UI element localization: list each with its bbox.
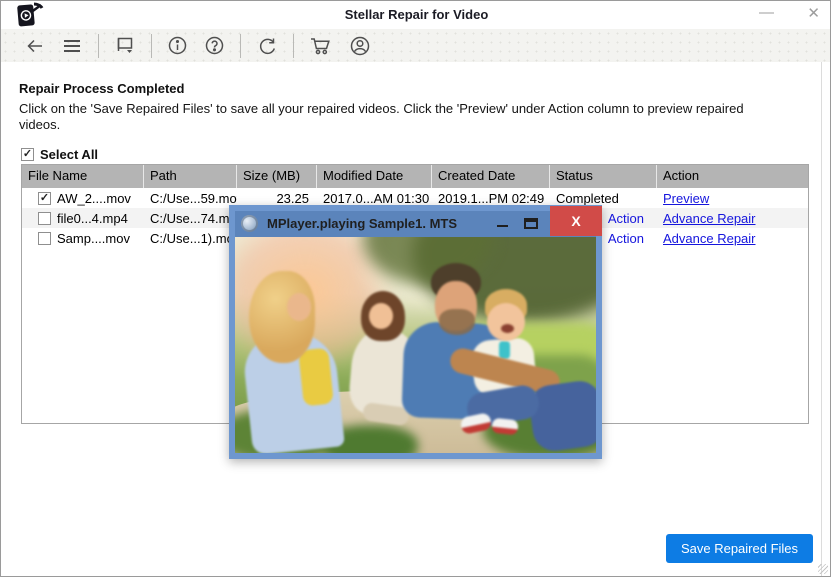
video-frame[interactable] (235, 237, 596, 453)
select-all-checkbox[interactable]: ✓ (21, 148, 34, 161)
close-window-button[interactable]: ✕ (807, 4, 820, 22)
page-description: Click on the 'Save Repaired Files' to sa… (19, 101, 755, 133)
photo-shape (298, 348, 334, 407)
feedback-flag-icon (114, 35, 136, 56)
path-cell: C:/Use...59.mov (144, 191, 237, 206)
column-header-status[interactable]: Status (550, 165, 657, 188)
modified-date-cell: 2017.0...AM 01:30 (317, 191, 432, 206)
buy-button[interactable] (305, 33, 337, 58)
row-checkbox[interactable]: ✓ (38, 192, 51, 205)
help-icon (204, 35, 225, 56)
mplayer-minimize-button[interactable] (497, 225, 508, 227)
save-repaired-files-button[interactable]: Save Repaired Files (666, 534, 813, 563)
cart-icon (309, 35, 333, 56)
photo-shape (487, 303, 525, 341)
column-header-action[interactable]: Action (657, 165, 809, 188)
column-header-file-name[interactable]: File Name (22, 165, 144, 188)
file-name-cell: Samp....mov (57, 231, 130, 246)
back-icon (25, 36, 45, 56)
row-checkbox[interactable] (38, 232, 51, 245)
app-title: Stellar Repair for Video (1, 7, 831, 22)
column-header-path[interactable]: Path (144, 165, 237, 188)
created-date-cell: 2019.1...PM 02:49 (432, 191, 550, 206)
toolbar (1, 29, 831, 62)
minimize-window-button[interactable]: — (759, 4, 774, 21)
resize-grip[interactable] (818, 564, 828, 574)
table-header-row: File Name Path Size (MB) Modified Date C… (22, 165, 808, 188)
row-checkbox[interactable] (38, 212, 51, 225)
mplayer-window: MPlayer.playing Sample1. MTS X (229, 205, 602, 459)
mplayer-titlebar[interactable]: MPlayer.playing Sample1. MTS X (235, 211, 596, 237)
app-window: Stellar Repair for Video — ✕ (0, 0, 831, 577)
mplayer-title: MPlayer.playing Sample1. MTS (267, 216, 457, 231)
select-all-label: Select All (40, 147, 98, 162)
titlebar: Stellar Repair for Video — ✕ (1, 1, 831, 29)
photo-shape (439, 309, 475, 335)
mplayer-logo-icon (241, 215, 258, 232)
photo-shape (501, 324, 514, 333)
size-cell: 23.25 (237, 191, 317, 206)
refresh-icon (256, 35, 278, 56)
toolbar-separator (293, 34, 294, 58)
account-button[interactable] (345, 33, 375, 59)
info-icon (167, 35, 188, 56)
path-cell: C:/Use...74.m (144, 211, 237, 226)
toolbar-separator (240, 34, 241, 58)
menu-icon (61, 36, 83, 56)
preview-link[interactable]: Preview (663, 191, 709, 206)
file-name-cell: AW_2....mov (57, 191, 131, 206)
page-title: Repair Process Completed (19, 81, 184, 96)
path-cell: C:/Use...1).mo (144, 231, 237, 246)
toolbar-separator (151, 34, 152, 58)
file-name-cell: file0...4.mp4 (57, 211, 128, 226)
advance-repair-link[interactable]: Advance Repair (663, 231, 756, 246)
mplayer-maximize-button[interactable] (524, 218, 538, 229)
column-header-modified-date[interactable]: Modified Date (317, 165, 432, 188)
select-all-row: ✓ Select All (21, 147, 98, 162)
photo-shape (499, 341, 510, 359)
column-header-created-date[interactable]: Created Date (432, 165, 550, 188)
photo-shape (491, 418, 518, 436)
account-icon (349, 35, 371, 57)
back-button[interactable] (21, 34, 49, 58)
photo-shape (527, 378, 596, 453)
photo-shape (369, 303, 393, 329)
column-header-size[interactable]: Size (MB) (237, 165, 317, 188)
status-cell: Completed (550, 191, 657, 206)
photo-shape (287, 293, 311, 321)
advance-repair-link[interactable]: Advance Repair (663, 211, 756, 226)
right-edge-divider (821, 62, 822, 577)
help-button[interactable] (200, 33, 229, 58)
feedback-button[interactable] (110, 33, 140, 58)
menu-button[interactable] (57, 34, 87, 58)
refresh-button[interactable] (252, 33, 282, 58)
mplayer-close-button[interactable]: X (550, 206, 602, 236)
toolbar-separator (98, 34, 99, 58)
info-button[interactable] (163, 33, 192, 58)
